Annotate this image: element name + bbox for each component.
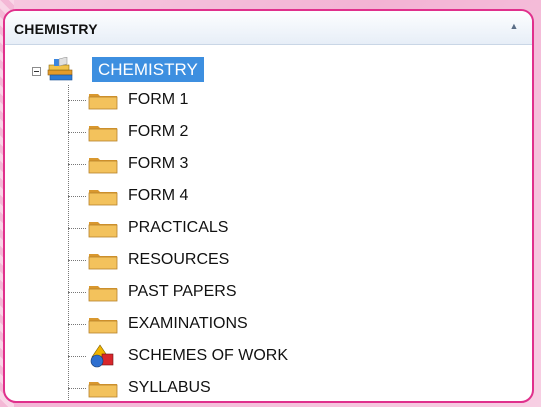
tree-item-label: SCHEMES OF WORK <box>128 347 289 364</box>
collapse-node-icon[interactable] <box>32 67 41 76</box>
tree-item-label: FORM 4 <box>128 187 189 204</box>
books-icon <box>47 57 73 81</box>
collapse-arrow-icon[interactable]: ▲ <box>508 20 520 32</box>
tree-item-form-1[interactable]: FORM 1 <box>5 85 405 115</box>
tree-item-resources[interactable]: RESOURCES <box>5 245 405 275</box>
tree-view: CHEMISTRY FORM 1 FORM 2 FORM 3 FORM 4 PR… <box>5 45 532 401</box>
navigation-panel: CHEMISTRY ▲ CHEMISTRY FORM 1 FORM 2 FORM <box>3 9 534 403</box>
tree-item-practicals[interactable]: PRACTICALS <box>5 213 405 243</box>
tree-item-label: PRACTICALS <box>128 219 229 236</box>
tree-item-label: PAST PAPERS <box>128 283 237 300</box>
tree-item-syllabus[interactable]: SYLLABUS <box>5 373 405 401</box>
folder-icon <box>88 382 118 398</box>
tree-item-schemes-of-work[interactable]: SCHEMES OF WORK <box>5 341 405 371</box>
tree-item-past-papers[interactable]: PAST PAPERS <box>5 277 405 307</box>
tree-item-label: FORM 3 <box>128 155 189 172</box>
folder-icon <box>88 158 118 174</box>
folder-icon <box>88 286 118 302</box>
panel-title: CHEMISTRY <box>14 21 98 37</box>
tree-item-label: SYLLABUS <box>128 379 211 396</box>
tree-root-chemistry[interactable]: CHEMISTRY <box>92 57 204 82</box>
folder-icon <box>88 126 118 142</box>
tree-item-form-4[interactable]: FORM 4 <box>5 181 405 211</box>
folder-icon <box>88 222 118 238</box>
tree-item-label: FORM 2 <box>128 123 189 140</box>
folder-icon <box>88 190 118 206</box>
tree-item-label: FORM 1 <box>128 91 189 108</box>
tree-item-form-3[interactable]: FORM 3 <box>5 149 405 179</box>
shapes-icon <box>90 344 114 368</box>
tree-item-examinations[interactable]: EXAMINATIONS <box>5 309 405 339</box>
panel-header: CHEMISTRY ▲ <box>5 11 532 45</box>
tree-item-label: EXAMINATIONS <box>128 315 248 332</box>
folder-icon <box>88 318 118 334</box>
tree-item-label: RESOURCES <box>128 251 230 268</box>
folder-icon <box>88 94 118 110</box>
tree-item-form-2[interactable]: FORM 2 <box>5 117 405 147</box>
folder-icon <box>88 254 118 270</box>
